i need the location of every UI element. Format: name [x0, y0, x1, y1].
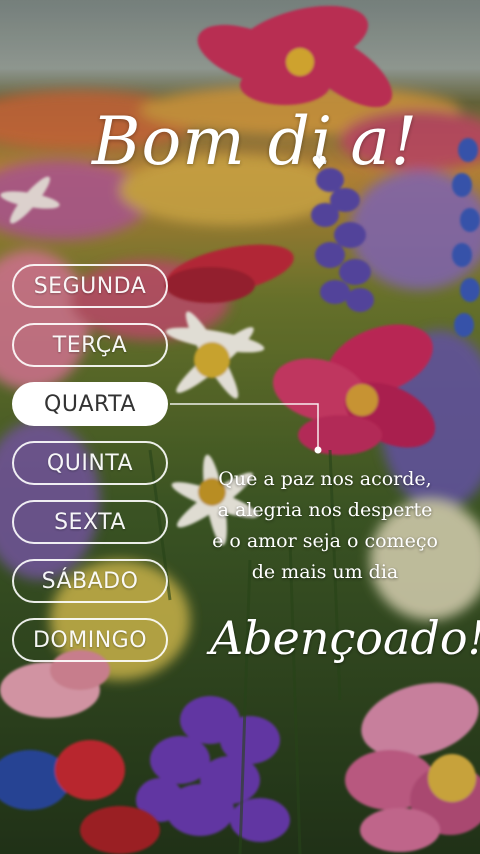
quote-line: de mais um dia	[251, 561, 399, 583]
weekday-terca[interactable]: TERÇA	[12, 323, 168, 367]
weekday-sabado[interactable]: SÁBADO	[12, 559, 168, 603]
page-title: Bom di♥ a!	[92, 92, 432, 192]
weekday-sexta[interactable]: SEXTA	[12, 500, 168, 544]
blessed-signature: Abençoado!	[210, 611, 480, 665]
heart-icon: ♥	[311, 153, 329, 174]
weekday-quinta[interactable]: QUINTA	[12, 441, 168, 485]
weekday-domingo[interactable]: DOMINGO	[12, 618, 168, 662]
title-suffix: a!	[350, 103, 419, 180]
quote-line: Que a paz nos acorde,	[218, 468, 432, 490]
quote-line: e o amor seja o começo	[212, 530, 438, 552]
quote-line: a alegria nos desperte	[217, 499, 433, 521]
title-prefix: Bom di	[92, 103, 334, 180]
weekday-segunda[interactable]: SEGUNDA	[12, 264, 168, 308]
weekday-quarta[interactable]: QUARTA	[12, 382, 168, 426]
greeting-card: Bom di♥ a! SEGUNDA TERÇA QUARTA QUINTA SE…	[0, 0, 480, 854]
quote-text: Que a paz nos acorde, a alegria nos desp…	[180, 464, 470, 588]
